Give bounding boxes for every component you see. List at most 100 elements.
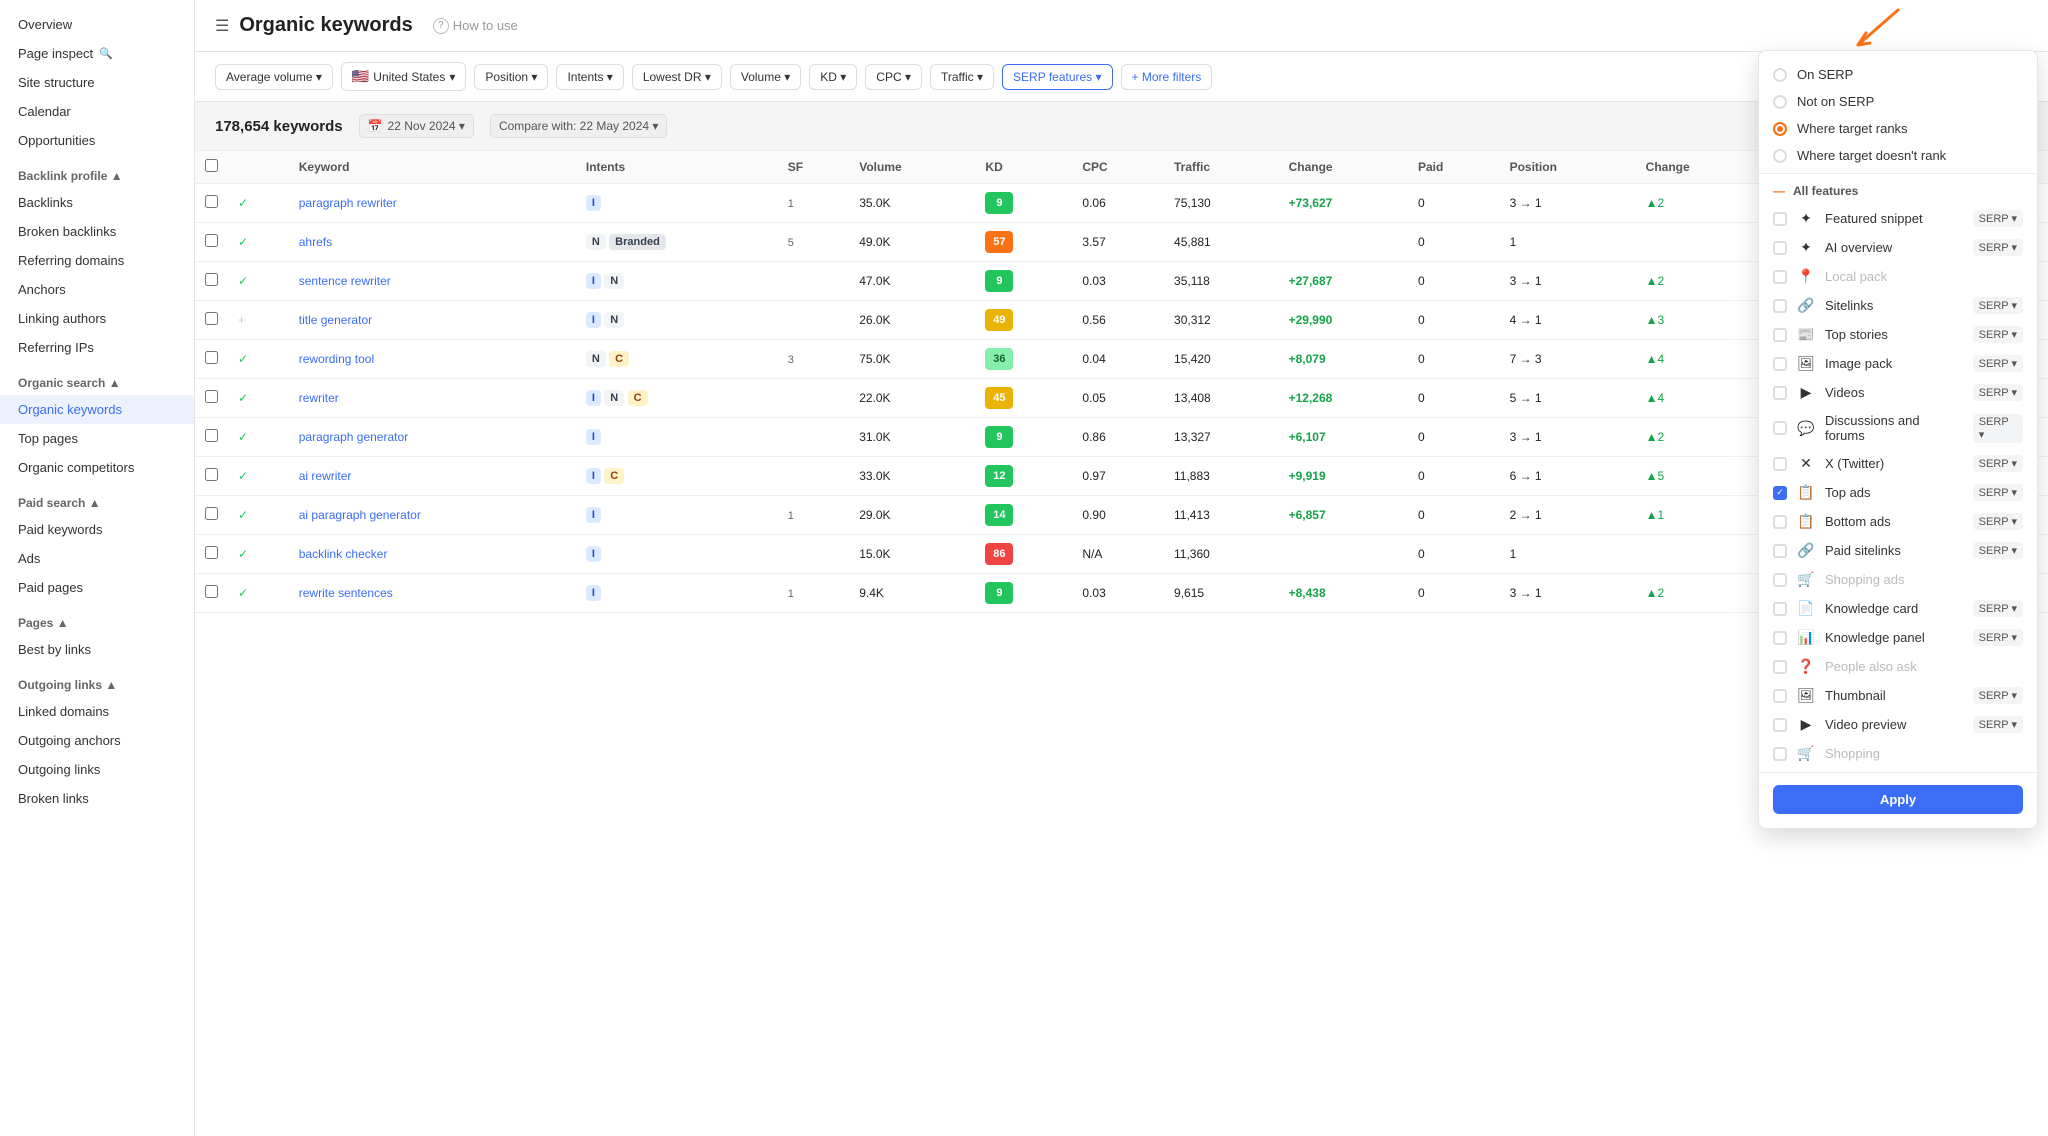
sidebar-section-backlink-profile[interactable]: Backlink profile ▲ [0,155,194,188]
sidebar-item-organic-competitors[interactable]: Organic competitors [0,453,194,482]
keyword-link[interactable]: paragraph generator [299,430,408,444]
country-filter[interactable]: 🇺🇸 United States ▾ [341,62,467,91]
row-checkbox[interactable] [205,507,218,520]
serp-feature-item[interactable]: 📄Knowledge cardSERP ▾ [1759,594,2037,623]
intents-filter[interactable]: Intents ▾ [556,64,623,90]
sidebar-item-referring-ips[interactable]: Referring IPs [0,333,194,362]
col-cpc[interactable]: CPC [1072,151,1164,184]
more-filters-button[interactable]: + More filters [1121,64,1213,90]
serp-feature-item[interactable]: ▶Video previewSERP ▾ [1759,710,2037,739]
serp-count-badge[interactable]: SERP ▾ [1973,210,2023,227]
serp-count-badge[interactable]: SERP ▾ [1973,542,2023,559]
serp-count-badge[interactable]: SERP ▾ [1973,484,2023,501]
cpc-filter[interactable]: CPC ▾ [865,64,922,90]
serp-count-badge[interactable]: SERP ▾ [1973,687,2023,704]
keyword-link[interactable]: backlink checker [299,547,388,561]
serp-count-badge[interactable]: SERP ▾ [1973,629,2023,646]
sidebar-item-outgoing-anchors[interactable]: Outgoing anchors [0,726,194,755]
col-position[interactable]: Position [1500,151,1636,184]
sidebar-item-best-by-links[interactable]: Best by links [0,635,194,664]
keyword-link[interactable]: title generator [299,313,372,327]
serp-count-badge[interactable]: SERP ▾ [1973,716,2023,733]
keyword-link[interactable]: rewording tool [299,352,374,366]
sidebar-item-outgoing-links[interactable]: Outgoing links [0,755,194,784]
serp-count-badge[interactable]: SERP ▾ [1973,297,2023,314]
serp-radio-option[interactable]: Where target ranks [1759,115,2037,142]
keyword-link[interactable]: paragraph rewriter [299,196,397,210]
col-sf[interactable]: SF [778,151,849,184]
col-intents[interactable]: Intents [576,151,778,184]
sidebar-item-broken-backlinks[interactable]: Broken backlinks [0,217,194,246]
sidebar-item-organic-keywords[interactable]: Organic keywords [0,395,194,424]
keyword-link[interactable]: ai paragraph generator [299,508,421,522]
how-to-use-link[interactable]: ? How to use [433,18,518,34]
keyword-link[interactable]: rewriter [299,391,339,405]
row-checkbox[interactable] [205,273,218,286]
col-volume[interactable]: Volume [849,151,975,184]
row-checkbox[interactable] [205,195,218,208]
serp-count-badge[interactable]: SERP ▾ [1973,414,2023,443]
kd-filter[interactable]: KD ▾ [809,64,857,90]
row-checkbox[interactable] [205,234,218,247]
keyword-link[interactable]: ai rewriter [299,469,352,483]
row-checkbox[interactable] [205,312,218,325]
row-checkbox[interactable] [205,468,218,481]
average-volume-filter[interactable]: Average volume ▾ [215,64,333,90]
sidebar-item-paid-keywords[interactable]: Paid keywords [0,515,194,544]
sidebar-section-organic-search[interactable]: Organic search ▲ [0,362,194,395]
position-filter[interactable]: Position ▾ [474,64,548,90]
serp-radio-option[interactable]: Where target doesn't rank [1759,142,2037,169]
serp-count-badge[interactable]: SERP ▾ [1973,513,2023,530]
keyword-link[interactable]: rewrite sentences [299,586,393,600]
keyword-link[interactable]: sentence rewriter [299,274,391,288]
serp-count-badge[interactable]: SERP ▾ [1973,239,2023,256]
serp-feature-item[interactable]: 🖼ThumbnailSERP ▾ [1759,681,2037,710]
serp-feature-item[interactable]: ▶VideosSERP ▾ [1759,378,2037,407]
serp-feature-item[interactable]: ✕X (Twitter)SERP ▾ [1759,449,2037,478]
serp-count-badge[interactable]: SERP ▾ [1973,600,2023,617]
keyword-link[interactable]: ahrefs [299,235,332,249]
serp-count-badge[interactable]: SERP ▾ [1973,455,2023,472]
sidebar-item-ads[interactable]: Ads [0,544,194,573]
sidebar-item-top-pages[interactable]: Top pages [0,424,194,453]
serp-features-filter[interactable]: SERP features ▾ [1002,64,1113,90]
sidebar-item-page-inspect[interactable]: Page inspect 🔍 [0,39,194,68]
traffic-filter[interactable]: Traffic ▾ [930,64,994,90]
serp-feature-item[interactable]: ✓📋Top adsSERP ▾ [1759,478,2037,507]
serp-count-badge[interactable]: SERP ▾ [1973,355,2023,372]
sidebar-item-site-structure[interactable]: Site structure [0,68,194,97]
sidebar-item-overview[interactable]: Overview [0,10,194,39]
col-pos-change[interactable]: Change [1636,151,1765,184]
serp-feature-item[interactable]: ✦Featured snippetSERP ▾ [1759,204,2037,233]
serp-feature-item[interactable]: 🖼Image packSERP ▾ [1759,349,2037,378]
row-checkbox[interactable] [205,585,218,598]
row-checkbox[interactable] [205,351,218,364]
sidebar-item-broken-links[interactable]: Broken links [0,784,194,813]
sidebar-item-backlinks[interactable]: Backlinks [0,188,194,217]
sidebar-section-pages[interactable]: Pages ▲ [0,602,194,635]
sidebar-item-calendar[interactable]: Calendar [0,97,194,126]
sidebar-item-linked-domains[interactable]: Linked domains [0,697,194,726]
sidebar-section-outgoing-links[interactable]: Outgoing links ▲ [0,664,194,697]
serp-feature-item[interactable]: 📰Top storiesSERP ▾ [1759,320,2037,349]
row-checkbox[interactable] [205,546,218,559]
apply-button[interactable]: Apply [1773,785,2023,814]
col-kd[interactable]: KD [975,151,1072,184]
serp-count-badge[interactable]: SERP ▾ [1973,384,2023,401]
col-paid[interactable]: Paid [1408,151,1500,184]
sidebar-item-anchors[interactable]: Anchors [0,275,194,304]
col-traffic[interactable]: Traffic [1164,151,1279,184]
serp-count-badge[interactable]: SERP ▾ [1973,326,2023,343]
serp-feature-item[interactable]: 🔗SitelinksSERP ▾ [1759,291,2037,320]
lowest-dr-filter[interactable]: Lowest DR ▾ [632,64,722,90]
serp-radio-option[interactable]: On SERP [1759,61,2037,88]
serp-feature-item[interactable]: ✦AI overviewSERP ▾ [1759,233,2037,262]
row-checkbox[interactable] [205,390,218,403]
volume-filter[interactable]: Volume ▾ [730,64,801,90]
hamburger-icon[interactable]: ☰ [215,16,229,36]
compare-selector[interactable]: Compare with: 22 May 2024 ▾ [490,114,667,138]
sidebar-item-opportunities[interactable]: Opportunities [0,126,194,155]
sidebar-item-paid-pages[interactable]: Paid pages [0,573,194,602]
date-selector[interactable]: 📅 22 Nov 2024 ▾ [359,114,474,138]
col-change[interactable]: Change [1279,151,1408,184]
